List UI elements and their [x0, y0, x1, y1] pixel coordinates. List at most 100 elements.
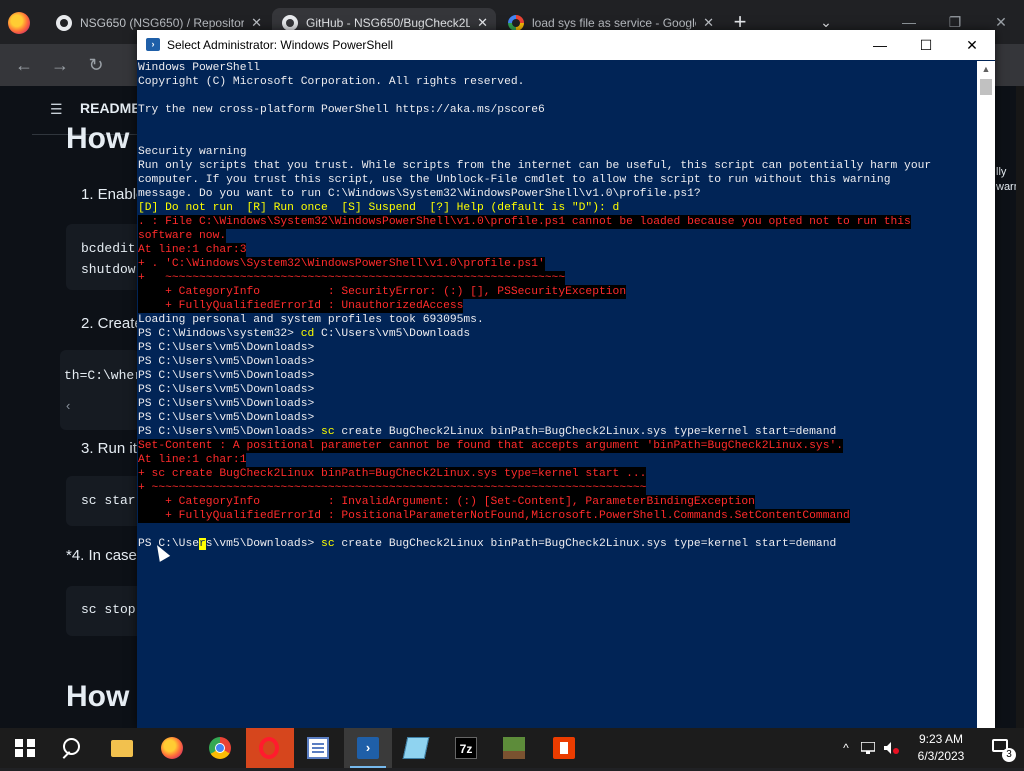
folder-icon: [111, 740, 133, 757]
command-args: create BugCheck2Linux binPath=BugCheck2L…: [334, 426, 837, 438]
back-button[interactable]: ←: [11, 52, 37, 78]
prompt: PS C:\Users\vm5\Downloads>: [138, 426, 322, 438]
code-block: th=C:\wher: [60, 350, 143, 430]
error-line: Set-Content : A positional parameter can…: [138, 439, 844, 453]
taskbar-notepad[interactable]: [392, 728, 440, 768]
code-scroll-left-icon[interactable]: ‹: [66, 398, 70, 413]
powershell-icon: ›: [357, 737, 379, 759]
minecraft-icon: [503, 737, 525, 759]
page-scrollbar[interactable]: [1016, 86, 1024, 728]
console-input-line[interactable]: PS C:\Users\vm5\Downloads> sc create Bug…: [138, 537, 836, 551]
taskbar-opera[interactable]: [246, 728, 294, 768]
readme-heading: How: [66, 680, 130, 713]
command-name: sc: [321, 538, 335, 550]
windows-taskbar: › 7z ^ 9:23 AM 6/3/2023 3: [0, 728, 1024, 768]
firefox-menu-icon[interactable]: [8, 12, 30, 34]
code-line: sc star: [81, 493, 136, 508]
error-line: At line:1 char:3: [138, 243, 247, 257]
powershell-icon: ›: [146, 38, 160, 51]
console-line: Security warning: [138, 146, 247, 158]
github-icon: [282, 15, 298, 31]
taskbar-chrome[interactable]: [196, 728, 244, 768]
system-clock[interactable]: 9:23 AM 6/3/2023: [906, 731, 976, 765]
code-block: sc star: [66, 476, 146, 526]
google-icon: [508, 15, 524, 31]
prompt-line: PS C:\Users\vm5\Downloads>: [138, 370, 315, 382]
step-3-text: 3. Run it: [81, 440, 137, 457]
console-command-line: PS C:\Users\vm5\Downloads> sc create Bug…: [138, 425, 836, 439]
code-line: th=C:\wher: [64, 368, 143, 383]
code-line: sc stop: [81, 602, 136, 617]
clock-time: 9:23 AM: [918, 732, 964, 746]
close-button[interactable]: ✕: [949, 30, 995, 60]
taskbar-file-explorer[interactable]: [98, 728, 146, 768]
start-button[interactable]: [0, 728, 48, 768]
taskbar-powershell[interactable]: ›: [344, 728, 392, 768]
error-line: + FullyQualifiedErrorId : PositionalPara…: [138, 509, 850, 523]
prompt-line: PS C:\Users\vm5\Downloads>: [138, 412, 315, 424]
taskbar-7zip[interactable]: 7z: [442, 728, 490, 768]
github-icon: [56, 15, 72, 31]
office-icon: [553, 737, 575, 759]
console-line: message. Do you want to run C:\Windows\S…: [138, 188, 701, 200]
search-icon: [63, 738, 80, 755]
prompt: s\vm5\Downloads>: [205, 538, 322, 550]
opera-icon: [259, 737, 279, 759]
taskbar-firefox[interactable]: [148, 728, 196, 768]
console-line: Windows PowerShell: [138, 62, 261, 74]
console-output[interactable]: Windows PowerShell Copyright (C) Microso…: [138, 61, 976, 728]
scroll-up-icon[interactable]: ▲: [977, 61, 995, 77]
minimize-button[interactable]: —: [857, 30, 903, 60]
console-line: Try the new cross-platform PowerShell ht…: [138, 104, 545, 116]
taskbar-wordpad[interactable]: [294, 728, 342, 768]
wordpad-icon: [307, 737, 329, 759]
prompt-line: PS C:\Users\vm5\Downloads>: [138, 398, 315, 410]
code-block: bcdedit shutdow: [66, 224, 146, 290]
command-args: create BugCheck2Linux binPath=BugCheck2L…: [334, 538, 837, 550]
text-cursor: r: [199, 538, 206, 550]
volume-muted-icon[interactable]: [882, 728, 900, 768]
prompt-line: PS C:\Users\vm5\Downloads>: [138, 356, 315, 368]
prompt: PS C:\Use: [138, 538, 200, 550]
taskbar-office[interactable]: [540, 728, 588, 768]
error-line: + CategoryInfo : InvalidArgument: (:) [S…: [138, 495, 755, 509]
prompt-line: PS C:\Users\vm5\Downloads>: [138, 384, 315, 396]
console-line: Copyright (C) Microsoft Corporation. All…: [138, 76, 525, 88]
chrome-icon: [209, 737, 231, 759]
error-line: + sc create BugCheck2Linux binPath=BugCh…: [138, 467, 647, 481]
scroll-thumb[interactable]: [980, 79, 992, 95]
console-command-line: PS C:\Windows\system32> cd C:\Users\vm5\…: [138, 327, 470, 341]
page-text-fragment: lly: [996, 166, 1007, 178]
error-line: + ~~~~~~~~~~~~~~~~~~~~~~~~~~~~~~~~~~~~~~…: [138, 271, 566, 285]
outline-list-icon[interactable]: ☰: [50, 102, 64, 116]
tray-overflow-chevron-icon[interactable]: ^: [838, 728, 854, 768]
maximize-button[interactable]: ☐: [903, 30, 949, 60]
network-icon[interactable]: [860, 728, 876, 768]
error-line: + . 'C:\Windows\System32\WindowsPowerShe…: [138, 257, 545, 271]
step-4-text: *4. In case: [66, 547, 137, 564]
error-line: software now.: [138, 229, 227, 243]
powershell-titlebar[interactable]: › Select Administrator: Windows PowerShe…: [137, 30, 995, 60]
forward-button[interactable]: →: [47, 52, 73, 78]
7zip-icon: 7z: [455, 737, 477, 759]
command-args: C:\Users\vm5\Downloads: [314, 328, 471, 340]
readme-heading: How: [66, 122, 130, 155]
reload-button[interactable]: ↻: [83, 52, 109, 78]
console-scrollbar[interactable]: ▲: [977, 61, 995, 728]
command-name: sc: [321, 426, 335, 438]
notification-center-button[interactable]: 3: [982, 728, 1022, 768]
console-line: Loading personal and system profiles too…: [138, 314, 484, 326]
code-line: bcdedit: [81, 241, 136, 256]
notification-count-badge: 3: [1002, 748, 1016, 762]
search-button[interactable]: [48, 728, 96, 768]
clock-date: 6/3/2023: [917, 749, 965, 763]
prompt: PS C:\Windows\system32>: [138, 328, 301, 340]
console-line: computer. If you trust this script, use …: [138, 174, 891, 186]
windows-logo-icon: [15, 739, 35, 757]
error-line: . : File C:\Windows\System32\WindowsPowe…: [138, 215, 911, 229]
step-1-text: 1. Enable: [81, 186, 145, 203]
code-line: shutdow: [81, 262, 136, 277]
code-block: sc stop: [66, 586, 146, 636]
powershell-window[interactable]: › Select Administrator: Windows PowerShe…: [137, 30, 995, 728]
taskbar-minecraft[interactable]: [490, 728, 538, 768]
